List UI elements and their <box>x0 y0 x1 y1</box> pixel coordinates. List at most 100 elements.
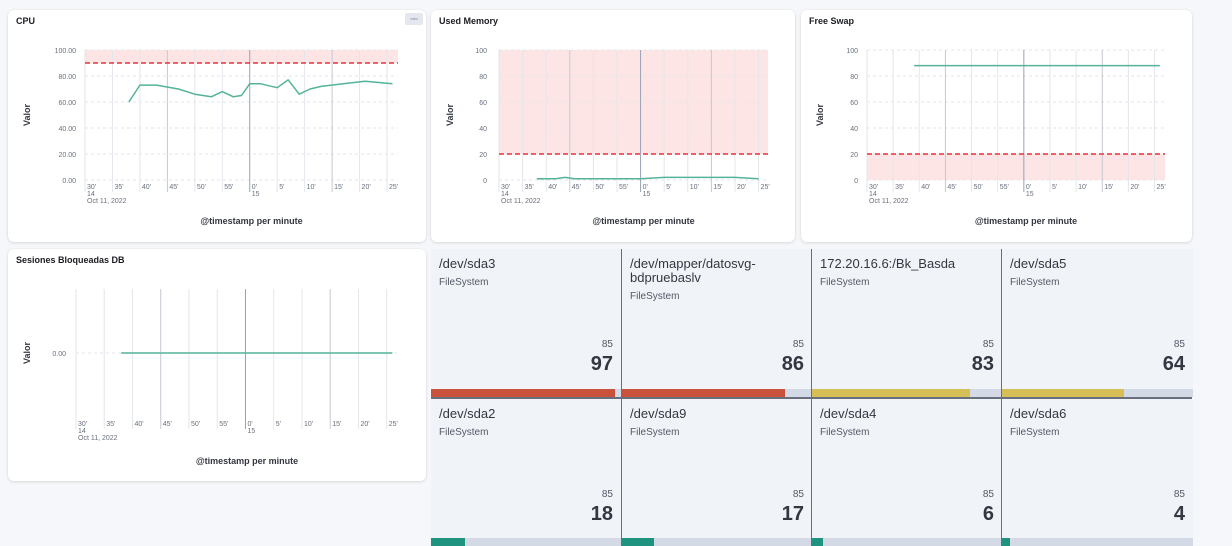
x-subtick-label: 14 <box>78 428 86 435</box>
filesystem-type: FileSystem <box>1010 427 1060 438</box>
filesystem-progress-bar <box>1002 389 1193 397</box>
x-tick-label: 25' <box>389 421 398 428</box>
x-tick-label: 45' <box>169 184 178 191</box>
panel-title: Free Swap <box>809 16 855 26</box>
filesystem-tile[interactable]: /dev/sda2 FileSystem 85 18 <box>431 399 621 546</box>
y-tick-label: 100 <box>475 48 487 55</box>
x-tick-label: 20' <box>1130 184 1139 191</box>
filesystem-tile[interactable]: /dev/sda6 FileSystem 85 4 <box>1002 399 1193 546</box>
x-axis-label: @timestamp per minute <box>592 216 694 226</box>
x-tick-label: 20' <box>737 184 746 191</box>
ellipsis-icon[interactable]: ▫▫▫ <box>405 13 423 25</box>
y-tick-label: 20 <box>479 152 487 159</box>
filesystem-value: 97 <box>590 353 613 375</box>
y-tick-label: 60 <box>479 100 487 107</box>
y-tick-label: 0.00 <box>52 351 66 358</box>
series-line <box>128 79 393 103</box>
x-tick-label: 30' <box>87 184 96 191</box>
x-subtick-label: 15 <box>1026 191 1034 198</box>
x-tick-label: 15' <box>713 184 722 191</box>
progress-fill <box>622 538 655 546</box>
cpu-chart: 100.00 80.00 60.00 40.00 20.00 0.00 30' 35' 40' 4… <box>22 48 398 226</box>
y-axis-label: Valor <box>815 103 825 126</box>
x-tick-label: 5' <box>1052 184 1057 191</box>
y-tick-label: 20 <box>850 152 858 159</box>
x-tick-label: 50' <box>974 184 983 191</box>
filesystem-goal: 85 <box>601 489 613 500</box>
progress-fill <box>1002 389 1125 397</box>
y-tick-label: 0 <box>483 178 487 185</box>
panel-title: Used Memory <box>439 16 499 26</box>
filesystem-type: FileSystem <box>439 427 489 438</box>
x-tick-label: 35' <box>525 184 534 191</box>
y-tick-label: 80 <box>479 74 487 81</box>
y-tick-label: 100 <box>846 48 858 55</box>
filesystem-type: FileSystem <box>630 427 680 438</box>
filesystem-type: FileSystem <box>820 427 870 438</box>
filesystem-goal: 85 <box>1173 339 1185 350</box>
filesystem-tile[interactable]: /dev/sda9 FileSystem 85 17 <box>622 399 812 546</box>
progress-fill <box>812 389 970 397</box>
filesystem-progress-bar <box>622 538 812 546</box>
filesystem-tile[interactable]: /dev/sda3 FileSystem 85 97 <box>431 249 621 397</box>
filesystem-tile[interactable]: 172.20.16.6:/Bk_Basda FileSystem 85 83 <box>812 249 1002 397</box>
panel-title: Sesiones Bloqueadas DB <box>16 255 125 265</box>
x-tick-label: 55' <box>219 421 228 428</box>
x-tick-label: 50' <box>595 184 604 191</box>
x-tick-label: 0' <box>1026 184 1031 191</box>
x-tick-label: 35' <box>114 184 123 191</box>
filesystem-goal: 85 <box>982 489 994 500</box>
filesystem-metric-grid: /dev/sda3 FileSystem 85 97/dev/mapper/datos… <box>431 249 1193 546</box>
used-memory-panel: Used Memory 100 80 60 40 20 0 30' 35' 40' 45' 50' 5… <box>431 10 795 242</box>
x-tick-label: 30' <box>78 421 87 428</box>
x-tick-label: 25' <box>389 184 398 191</box>
filesystem-value: 64 <box>1162 353 1185 375</box>
y-tick-label: 40 <box>479 126 487 133</box>
x-tick-label: 10' <box>307 184 316 191</box>
x-tick-label: 20' <box>362 184 371 191</box>
filesystem-goal: 85 <box>601 339 613 350</box>
x-tick-label: 40' <box>142 184 151 191</box>
x-tick-label: 35' <box>106 421 115 428</box>
y-tick-label: 100.00 <box>55 48 77 55</box>
x-subtick-label: 14 <box>87 191 95 198</box>
y-tick-label: 80.00 <box>58 74 76 81</box>
x-tick-label: 50' <box>191 421 200 428</box>
filesystem-progress-bar <box>812 538 1002 546</box>
y-tick-label: 0.00 <box>62 178 76 185</box>
x-tick-label: 50' <box>197 184 206 191</box>
filesystem-name: /dev/sda6 <box>1010 407 1067 421</box>
x-subtick-label: 14 <box>501 191 509 198</box>
used-memory-chart: 100 80 60 40 20 0 30' 35' 40' 45' 50' 55' 0' 5' 10' 15'… <box>445 48 770 226</box>
filesystem-name: /dev/sda4 <box>820 407 877 421</box>
x-subtick-label: 15 <box>247 428 255 435</box>
y-axis-label: Valor <box>22 341 32 364</box>
filesystem-tile[interactable]: /dev/sda5 FileSystem 85 64 <box>1002 249 1193 397</box>
x-tick-label: 10' <box>304 421 313 428</box>
filesystem-type: FileSystem <box>630 291 680 302</box>
x-tick-label: 15' <box>1104 184 1113 191</box>
y-tick-label: 60.00 <box>58 100 76 107</box>
x-tick-label: 15' <box>332 421 341 428</box>
x-tick-label: 25' <box>761 184 770 191</box>
free-swap-chart: 100 80 60 40 20 0 30' 35' 40' 45' 50' 55' 0' 5' 10' 15'… <box>815 48 1166 226</box>
x-tick-label: 55' <box>1000 184 1009 191</box>
y-axis-label: Valor <box>445 103 455 126</box>
filesystem-value: 86 <box>781 353 804 375</box>
x-tick-label: 15' <box>334 184 343 191</box>
progress-fill <box>431 538 466 546</box>
filesystem-tile[interactable]: /dev/sda4 FileSystem 85 6 <box>812 399 1002 546</box>
filesystem-goal: 85 <box>982 339 994 350</box>
progress-fill <box>622 389 786 397</box>
x-tick-label: 30' <box>501 184 510 191</box>
threshold-region <box>85 50 398 63</box>
x-tick-label: 45' <box>947 184 956 191</box>
filesystem-progress-bar <box>812 389 1002 397</box>
x-axis-label: @timestamp per minute <box>196 456 298 466</box>
x-tick-label: 40' <box>548 184 557 191</box>
filesystem-name: /dev/mapper/datosvg- bdpruebaslv <box>630 257 756 285</box>
row-divider <box>431 397 1192 399</box>
x-tick-label: 35' <box>895 184 904 191</box>
x-tick-label: 25' <box>1157 184 1166 191</box>
filesystem-tile[interactable]: /dev/mapper/datosvg- bdpruebaslv FileSyst… <box>622 249 812 397</box>
